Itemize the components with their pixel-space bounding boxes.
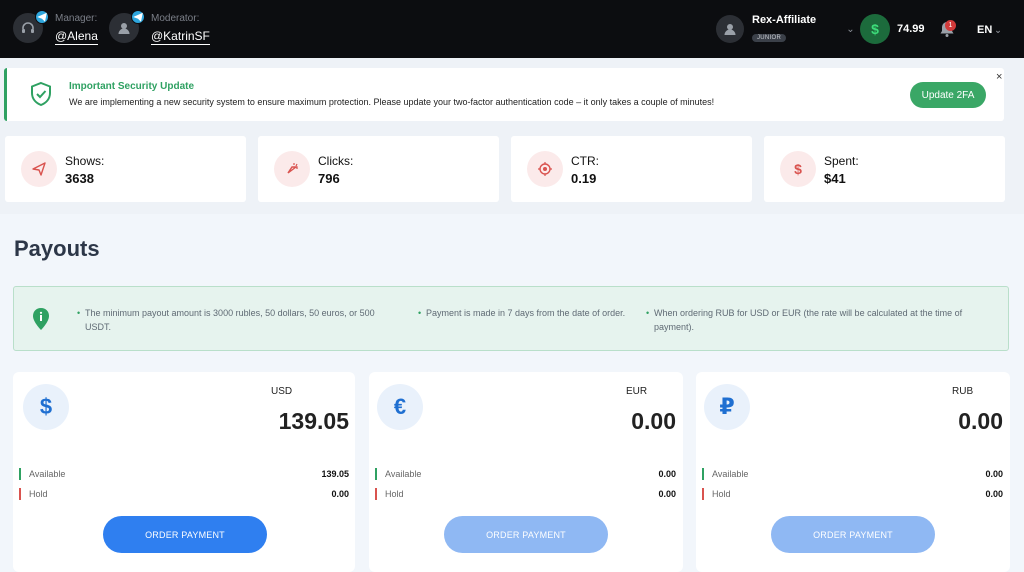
security-alert: Important Security Update We are impleme…	[4, 68, 1004, 121]
close-icon[interactable]: ×	[996, 71, 1002, 83]
account-menu[interactable]: Rex-Affiliate JUNIOR ⌄	[716, 14, 855, 44]
stat-card-clicks: Clicks: 796	[258, 136, 499, 202]
alert-title: Important Security Update	[69, 81, 195, 92]
ruble-icon: ₽	[704, 384, 750, 430]
language-label: EN	[977, 24, 993, 36]
telegram-icon	[131, 10, 145, 24]
target-icon	[527, 151, 563, 187]
stat-value: 3638	[65, 171, 94, 186]
language-selector[interactable]: EN ⌄	[977, 24, 1002, 36]
account-avatar	[716, 15, 744, 43]
hold-value: 0.00	[331, 489, 349, 499]
manager-role-label: Manager:	[55, 13, 98, 24]
payout-card-usd: $ USD 139.05 Available 139.05 Hold 0.00 …	[13, 372, 355, 572]
hold-value: 0.00	[658, 489, 676, 499]
notification-count-badge: 1	[945, 20, 956, 31]
currency-code: EUR	[626, 386, 648, 397]
info-item: • When ordering RUB for USD or EUR (the r…	[646, 308, 963, 332]
chevron-down-icon: ⌄	[994, 25, 1002, 35]
shield-check-icon	[31, 81, 51, 107]
stat-value: $41	[824, 171, 846, 186]
alert-message: We are implementing a new security syste…	[69, 97, 715, 107]
account-icon	[724, 24, 736, 35]
currency-code: RUB	[952, 386, 974, 397]
send-icon	[21, 151, 57, 187]
stat-card-shows: Shows: 3638	[5, 136, 246, 202]
info-pin-icon	[33, 308, 49, 330]
stat-card-ctr: CTR: 0.19	[511, 136, 752, 202]
dollar-icon: $	[860, 14, 890, 44]
payout-info-box: • The minimum payout amount is 3000 ruble…	[13, 286, 1009, 351]
stat-value: 796	[318, 171, 340, 186]
dollar-icon: $	[780, 151, 816, 187]
manager-handle-link[interactable]: @Alena	[55, 29, 98, 45]
stat-label: Spent:	[824, 154, 859, 168]
currency-amount: 0.00	[958, 408, 1003, 434]
top-bar: Manager: @Alena Moderator: @KatrinSF Rex…	[0, 0, 1024, 58]
order-payment-button[interactable]: ORDER PAYMENT	[103, 516, 267, 553]
click-icon	[274, 151, 310, 187]
update-2fa-button[interactable]: Update 2FA	[910, 82, 986, 108]
stat-card-spent: $ Spent: $41	[764, 136, 1005, 202]
account-name: Rex-Affiliate	[752, 14, 817, 26]
info-item: • Payment is made in 7 days from the date…	[418, 308, 626, 318]
currency-amount: 139.05	[278, 408, 349, 434]
manager-contact[interactable]: Manager: @Alena	[13, 10, 98, 45]
payout-card-eur: € EUR 0.00 Available 0.00 Hold 0.00 ORDE…	[369, 372, 683, 572]
stat-value: 0.19	[571, 171, 597, 186]
stat-label: CTR:	[571, 154, 599, 168]
headset-icon	[22, 22, 34, 33]
euro-icon: €	[377, 384, 423, 430]
chevron-down-icon: ⌄	[846, 23, 855, 35]
currency-amount: 0.00	[631, 408, 676, 434]
available-value: 139.05	[321, 469, 349, 479]
moderator-handle-link[interactable]: @KatrinSF	[151, 29, 210, 45]
stat-label: Shows:	[65, 154, 105, 168]
moderator-role-label: Moderator:	[151, 13, 200, 24]
balance-widget[interactable]: $ 74.99	[860, 14, 925, 44]
telegram-icon	[35, 10, 49, 24]
moderator-contact[interactable]: Moderator: @KatrinSF	[109, 10, 210, 45]
account-level-badge: JUNIOR	[752, 34, 787, 42]
available-value: 0.00	[985, 469, 1003, 479]
moderator-avatar	[109, 10, 145, 43]
manager-avatar	[13, 10, 49, 43]
page-title: Payouts	[14, 236, 100, 261]
user-icon	[118, 23, 130, 34]
balance-value: 74.99	[897, 23, 925, 35]
available-value: 0.00	[658, 469, 676, 479]
payout-card-rub: ₽ RUB 0.00 Available 0.00 Hold 0.00 ORDE…	[696, 372, 1010, 572]
hold-value: 0.00	[985, 489, 1003, 499]
stat-label: Clicks:	[318, 154, 354, 168]
order-payment-button[interactable]: ORDER PAYMENT	[771, 516, 935, 553]
currency-code: USD	[271, 386, 293, 397]
info-item: • The minimum payout amount is 3000 ruble…	[77, 308, 375, 332]
dollar-icon: $	[23, 384, 69, 430]
order-payment-button[interactable]: ORDER PAYMENT	[444, 516, 608, 553]
